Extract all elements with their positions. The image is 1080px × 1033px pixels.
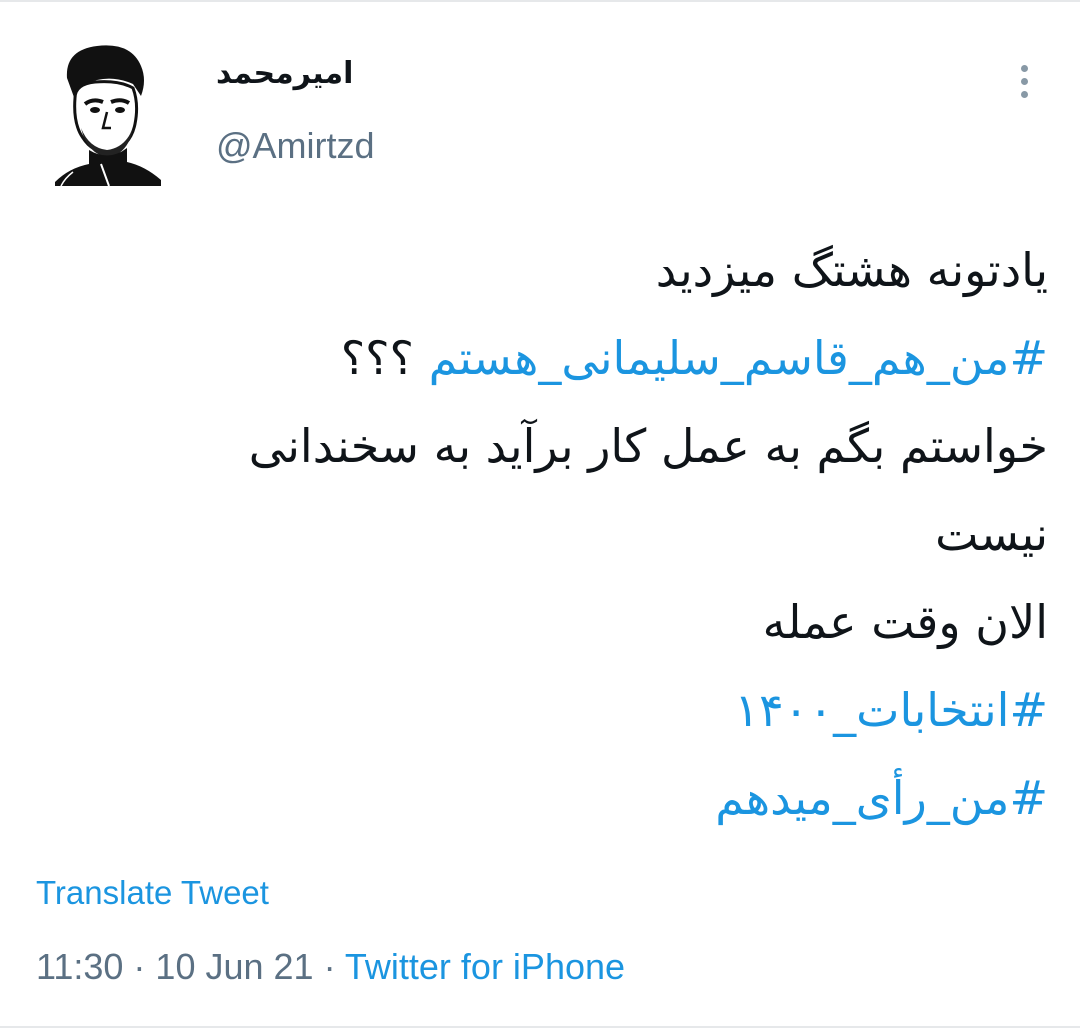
top-divider xyxy=(0,0,1080,2)
hashtag-link[interactable]: #من_هم_قاسم_سلیمانی_هستم xyxy=(429,331,1048,385)
tweet-line: یادتونه هشتگ میزدید xyxy=(655,243,1048,297)
translate-tweet-link[interactable]: Translate Tweet xyxy=(36,870,269,916)
more-vertical-icon-dot xyxy=(1020,77,1028,85)
tweet-line: خواستم بگم به عمل کار برآید به سخندانی xyxy=(248,419,1048,473)
more-vertical-icon xyxy=(1020,64,1028,72)
hashtag-link[interactable]: #من_رأی_میدهم xyxy=(715,771,1048,825)
bottom-divider xyxy=(0,1026,1080,1028)
tweet-line: #من_رأی_میدهم xyxy=(120,754,1048,842)
hashtag-link[interactable]: #انتخابات_۱۴۰۰ xyxy=(734,683,1048,737)
display-name[interactable]: امیرمحمد xyxy=(216,52,353,96)
tweet-metadata: 11:30 · 10 Jun 21 · Twitter for iPhone xyxy=(36,942,625,992)
tweet-line: #انتخابات_۱۴۰۰ xyxy=(120,666,1048,754)
tweet-line: الان وقت عمله xyxy=(762,595,1048,649)
tweet-text: یادتونه هشتگ میزدید #من_هم_قاسم_سلیمانی_… xyxy=(120,226,1048,842)
more-vertical-icon-dot xyxy=(1020,90,1028,98)
tweet-source-link[interactable]: Twitter for iPhone xyxy=(345,946,625,987)
tweet-time[interactable]: 11:30 xyxy=(36,946,123,987)
meta-separator: · xyxy=(123,946,156,987)
tweet-date[interactable]: 10 Jun 21 xyxy=(155,946,313,987)
more-options-button[interactable] xyxy=(1004,56,1044,106)
tweet-line: #من_هم_قاسم_سلیمانی_هستم ؟؟؟ xyxy=(120,314,1048,402)
meta-separator: · xyxy=(313,946,345,987)
tweet-line-suffix: ؟؟؟ xyxy=(340,331,429,385)
tweet-line: نیست xyxy=(935,507,1048,561)
user-handle[interactable]: @Amirtzd xyxy=(216,124,375,168)
avatar[interactable] xyxy=(45,40,171,186)
